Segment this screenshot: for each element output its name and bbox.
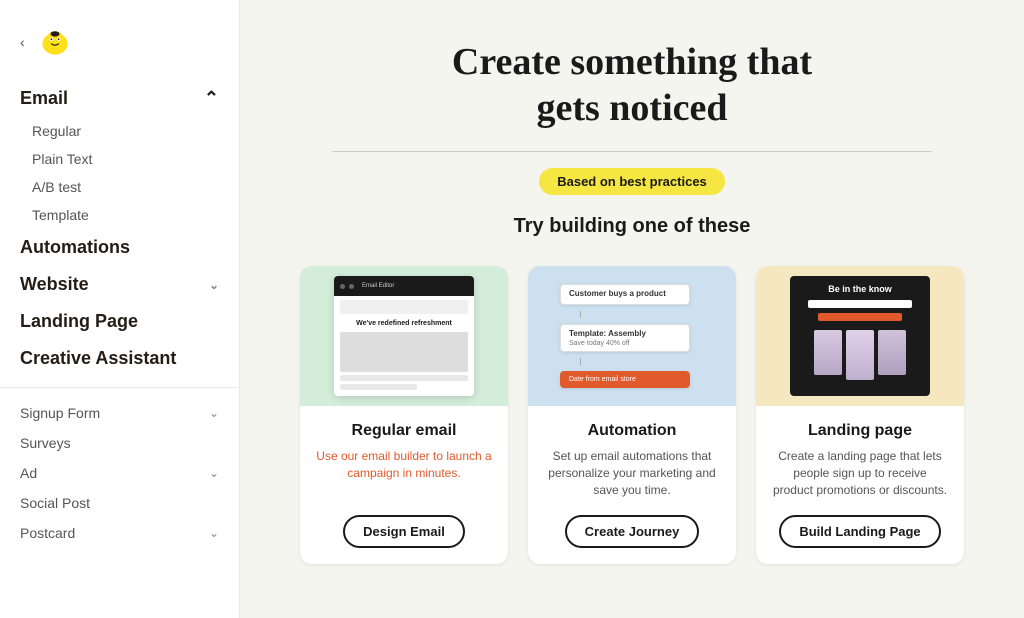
automation-image: Customer buys a product Template: Assemb… xyxy=(528,266,736,406)
auto-card-3: Date from email store xyxy=(560,371,690,388)
logo-container: ‹ xyxy=(0,16,239,80)
landing-mockup-title: Be in the know xyxy=(798,284,922,294)
sidebar-item-plain-text[interactable]: Plain Text xyxy=(0,145,239,173)
landing-page-image: Be in the know xyxy=(756,266,964,406)
mailchimp-logo xyxy=(37,24,73,60)
landing-mockup: Be in the know xyxy=(790,276,930,396)
mockup-dot-2 xyxy=(349,284,354,289)
email-chevron-icon: ⌃ xyxy=(204,88,219,109)
auto-card-1-title: Customer buys a product xyxy=(569,289,681,298)
website-chevron-icon: ⌄ xyxy=(209,278,219,292)
mockup-text-2 xyxy=(340,384,417,390)
sidebar-item-signup-form[interactable]: Signup Form ⌄ xyxy=(0,398,239,428)
auto-card-2-title: Template: Assembly xyxy=(569,329,681,338)
sidebar-item-regular[interactable]: Regular xyxy=(0,117,239,145)
mockup-dot-1 xyxy=(340,284,345,289)
automation-mockup: Customer buys a product Template: Assemb… xyxy=(552,276,712,396)
sidebar-item-postcard[interactable]: Postcard ⌄ xyxy=(0,518,239,548)
sidebar-item-ad[interactable]: Ad ⌄ xyxy=(0,458,239,488)
auto-card-3-body: Date from email store xyxy=(569,376,681,383)
landing-products xyxy=(798,330,922,380)
sidebar-item-social-post[interactable]: Social Post xyxy=(0,488,239,518)
auto-card-2-body: Save today 40% off xyxy=(569,340,681,347)
sidebar-item-ab-test[interactable]: A/B test xyxy=(0,173,239,201)
cards-container: Email Editor We've redefined refreshment… xyxy=(300,266,964,563)
sidebar-item-landing-page[interactable]: Landing Page xyxy=(0,303,239,340)
sidebar: ‹ Email ⌃ Regular Plain Text A/B test Te… xyxy=(0,0,240,618)
best-practices-badge: Based on best practices xyxy=(539,168,725,195)
landing-page-description: Create a landing page that lets people s… xyxy=(772,448,948,498)
landing-product-1 xyxy=(814,330,842,375)
auto-arrow-2 xyxy=(580,358,581,365)
sidebar-divider xyxy=(0,387,239,388)
regular-email-title: Regular email xyxy=(352,422,457,440)
main-content: Create something thatgets noticed Based … xyxy=(240,0,1024,618)
sidebar-email-label: Email xyxy=(20,88,68,109)
sidebar-item-automations[interactable]: Automations xyxy=(0,229,239,266)
sidebar-email-subitems: Regular Plain Text A/B test Template xyxy=(0,117,239,229)
content-divider xyxy=(332,151,932,152)
automation-card: Customer buys a product Template: Assemb… xyxy=(528,266,736,563)
page-title: Create something thatgets noticed xyxy=(300,40,964,131)
landing-page-title: Landing page xyxy=(808,422,912,440)
auto-card-1: Customer buys a product xyxy=(560,284,690,305)
back-button[interactable]: ‹ xyxy=(20,34,25,50)
auto-arrow-1 xyxy=(580,311,581,318)
automation-description: Set up email automations that personaliz… xyxy=(544,448,720,498)
design-email-button[interactable]: Design Email xyxy=(343,515,465,548)
regular-email-body: Regular email Use our email builder to l… xyxy=(300,406,508,563)
sidebar-item-creative-assistant[interactable]: Creative Assistant xyxy=(0,340,239,377)
create-journey-button[interactable]: Create Journey xyxy=(565,515,700,548)
sidebar-item-surveys[interactable]: Surveys xyxy=(0,428,239,458)
signup-chevron-icon: ⌄ xyxy=(209,406,219,420)
regular-email-card: Email Editor We've redefined refreshment… xyxy=(300,266,508,563)
landing-page-card: Be in the know Landing page Create a lan… xyxy=(756,266,964,563)
mockup-text-1 xyxy=(340,375,468,381)
landing-page-body: Landing page Create a landing page that … xyxy=(756,406,964,563)
sidebar-item-template[interactable]: Template xyxy=(0,201,239,229)
sidebar-email-section[interactable]: Email ⌃ xyxy=(0,80,239,117)
mockup-header: Email Editor xyxy=(334,276,474,296)
email-mockup: Email Editor We've redefined refreshment xyxy=(334,276,474,396)
auto-card-2: Template: Assembly Save today 40% off xyxy=(560,324,690,352)
ad-chevron-icon: ⌄ xyxy=(209,466,219,480)
mockup-tab: Email Editor xyxy=(362,283,468,289)
subtitle: Try building one of these xyxy=(300,215,964,238)
postcard-chevron-icon: ⌄ xyxy=(209,526,219,540)
build-landing-page-button[interactable]: Build Landing Page xyxy=(779,515,940,548)
landing-btn-mock xyxy=(818,313,902,321)
landing-product-2 xyxy=(846,330,874,380)
mockup-headline: We've redefined refreshment xyxy=(340,318,468,329)
regular-email-description: Use our email builder to launch a campai… xyxy=(316,448,492,482)
badge-container: Based on best practices xyxy=(300,168,964,195)
landing-product-3 xyxy=(878,330,906,375)
landing-input-mock xyxy=(808,300,912,308)
sidebar-item-website[interactable]: Website ⌄ xyxy=(0,266,239,303)
mockup-image-placeholder xyxy=(340,332,468,372)
automation-body: Automation Set up email automations that… xyxy=(528,406,736,563)
automation-title: Automation xyxy=(588,422,677,440)
mockup-title-bar xyxy=(340,300,468,314)
mockup-content: We've redefined refreshment xyxy=(334,318,474,396)
regular-email-image: Email Editor We've redefined refreshment xyxy=(300,266,508,406)
